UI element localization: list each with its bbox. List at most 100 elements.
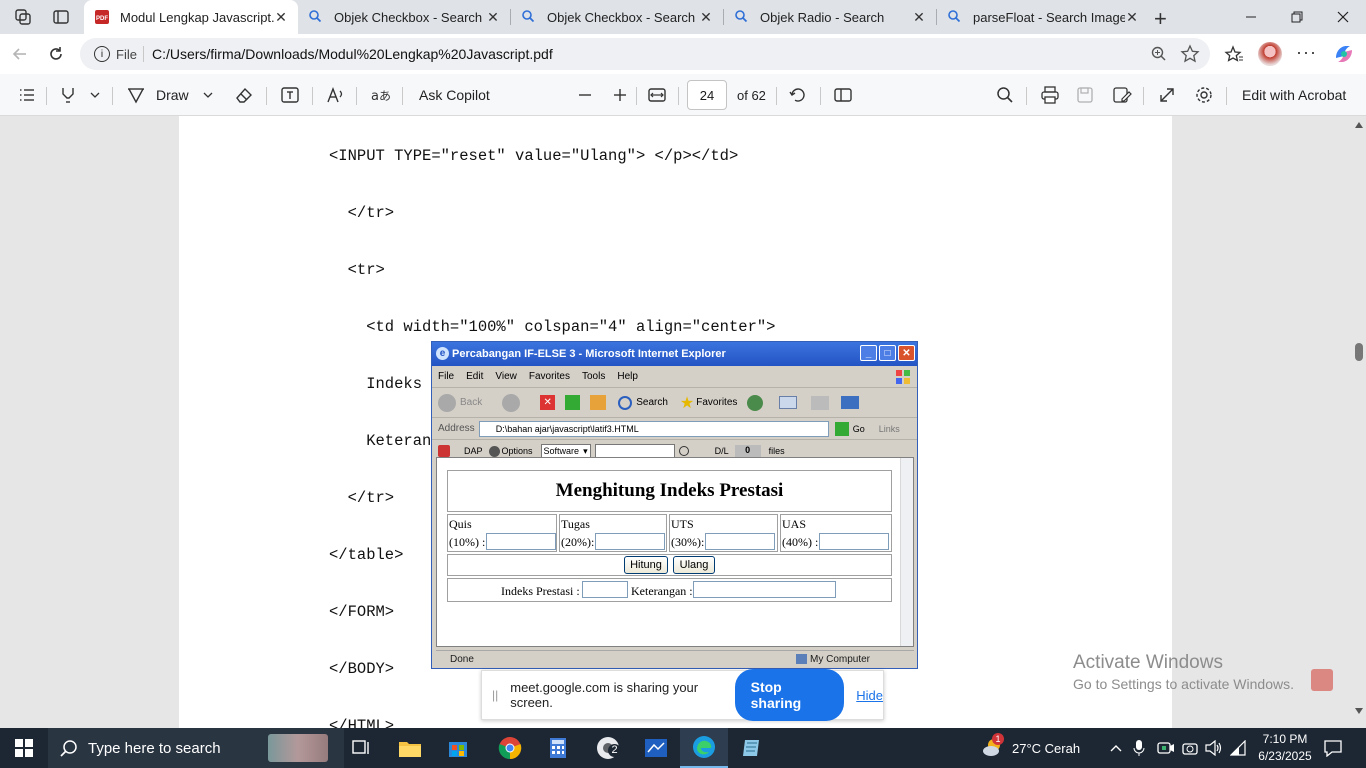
ie-address-label: Address (438, 423, 475, 434)
page-total: of 62 (737, 87, 766, 103)
whiteboard-icon[interactable] (632, 728, 680, 768)
acrobat-badge-icon[interactable] (1311, 669, 1333, 691)
chrome-icon[interactable] (486, 728, 534, 768)
edit-icon (841, 396, 860, 409)
more-options-icon[interactable]: ··· (1296, 42, 1317, 63)
chrome-profile-icon[interactable]: 2 (584, 728, 632, 768)
print-icon[interactable] (1040, 74, 1060, 116)
text-box-icon[interactable] (280, 74, 300, 116)
notification-icon[interactable] (1324, 728, 1342, 768)
page-number-input[interactable]: 24 (687, 80, 727, 110)
copilot-icon[interactable] (1332, 42, 1356, 66)
camera-icon[interactable] (1182, 728, 1198, 768)
close-icon[interactable]: ✕ (486, 9, 500, 26)
zoom-out-icon[interactable] (578, 74, 592, 116)
pdf-scrollbar[interactable] (1352, 116, 1366, 728)
task-view-icon[interactable] (337, 728, 385, 768)
workspaces-icon[interactable] (14, 8, 32, 26)
activate-windows-watermark: Activate Windows Go to Settings to activ… (1073, 652, 1294, 692)
clock-date: 6/23/2025 (1258, 749, 1312, 763)
highlight-icon[interactable] (58, 74, 78, 116)
contents-list-icon[interactable] (18, 74, 36, 116)
camera-share-icon[interactable] (1157, 728, 1175, 768)
pdf-toolbar: Draw aあ Ask Copilot 24 of 62 Edit with A… (0, 74, 1366, 116)
scroll-down-icon[interactable] (1355, 708, 1363, 714)
edit-with-acrobat-button[interactable]: Edit with Acrobat (1242, 74, 1346, 116)
close-icon[interactable]: ✕ (912, 9, 926, 26)
hitung-button: Hitung (624, 556, 668, 574)
close-icon[interactable]: ✕ (1125, 9, 1139, 26)
ie-status-done: Done (450, 653, 474, 665)
scroll-up-icon[interactable] (1355, 122, 1363, 128)
ie-menu-item: View (495, 371, 517, 382)
store-icon[interactable] (434, 728, 482, 768)
weather-text[interactable]: 27°C Cerah (1012, 728, 1080, 768)
toolbar-divider (776, 87, 777, 105)
stop-sharing-button[interactable]: Stop sharing (734, 669, 845, 721)
notepad-icon[interactable] (728, 728, 776, 768)
weather-icon[interactable]: 1 (982, 733, 1004, 757)
page-view-icon[interactable] (834, 74, 852, 116)
draw-button[interactable]: Draw (126, 74, 189, 116)
expand-icon[interactable] (1158, 74, 1176, 116)
start-windows-icon[interactable] (0, 728, 48, 768)
read-aloud-icon[interactable] (326, 74, 346, 116)
calculator-icon[interactable] (534, 728, 582, 768)
volume-icon[interactable] (1205, 728, 1223, 768)
ie-menu-item: Help (617, 371, 638, 382)
quis-cell: Quis (10%) : (447, 514, 557, 552)
file-explorer-icon[interactable] (386, 728, 434, 768)
chevron-down-icon[interactable] (90, 74, 100, 116)
file-info-chip[interactable]: i File (88, 46, 144, 62)
edge-icon[interactable] (680, 728, 728, 768)
drag-handle-icon[interactable]: || (492, 688, 498, 702)
hide-link[interactable]: Hide (856, 688, 883, 703)
find-icon[interactable] (996, 74, 1014, 116)
toolbar-divider (820, 87, 821, 105)
zoom-icon[interactable] (1150, 45, 1168, 63)
omnibox[interactable]: i File C:/Users/firma/Downloads/Modul%20… (80, 38, 1210, 70)
dap-icon (438, 445, 450, 457)
microphone-icon[interactable] (1133, 728, 1145, 768)
zoom-in-icon[interactable] (613, 74, 627, 116)
ie-software-label: Software (543, 446, 580, 456)
new-tab-plus-icon[interactable]: + (1154, 6, 1167, 32)
close-window-icon[interactable] (1320, 0, 1366, 34)
back-arrow-icon[interactable] (10, 44, 30, 64)
eraser-icon[interactable] (234, 74, 254, 116)
rotate-icon[interactable] (788, 74, 808, 116)
restore-icon[interactable] (1274, 0, 1320, 34)
fit-page-icon[interactable] (648, 74, 666, 116)
mail-icon (779, 396, 798, 409)
tab-actions-icon[interactable] (52, 8, 70, 26)
tab-modul-pdf[interactable]: PDF Modul Lengkap Javascript.pdf ✕ (84, 0, 298, 34)
favorites-icon[interactable] (1224, 44, 1244, 64)
ask-copilot-button[interactable]: Ask Copilot (419, 74, 490, 116)
close-icon[interactable]: ✕ (274, 9, 288, 26)
url-text[interactable]: C:/Users/firma/Downloads/Modul%20Lengkap… (152, 46, 553, 62)
toolbar-divider (1026, 87, 1027, 105)
taskbar-search-box[interactable]: Type here to search (48, 728, 344, 768)
network-icon[interactable] (1230, 728, 1246, 768)
tab-checkbox-images[interactable]: Objek Checkbox - Search Images ✕ (511, 0, 723, 34)
close-icon[interactable]: ✕ (699, 9, 713, 26)
tab-radio-search[interactable]: Objek Radio - Search ✕ (724, 0, 936, 34)
translate-icon[interactable]: aあ (370, 74, 390, 116)
minimize-icon[interactable] (1228, 0, 1274, 34)
code-line: <td width="100%" colspan="4" align="cent… (329, 318, 776, 336)
refresh-icon[interactable] (46, 44, 66, 64)
gear-icon[interactable] (1194, 74, 1214, 116)
stop-icon: ✕ (540, 395, 556, 410)
forward-arrow-icon (502, 393, 521, 412)
tab-parsefloat-images[interactable]: parseFloat - Search Images ✕ (937, 0, 1149, 34)
chevron-up-icon[interactable] (1110, 728, 1122, 768)
avatar[interactable] (1258, 42, 1282, 66)
tab-checkbox-search[interactable]: Objek Checkbox - Search ✕ (298, 0, 510, 34)
chevron-down-icon[interactable] (203, 74, 213, 116)
favorite-star-icon[interactable] (1180, 44, 1200, 64)
scroll-thumb[interactable] (1355, 343, 1363, 361)
save-as-icon[interactable] (1112, 74, 1132, 116)
minimize-icon: _ (860, 345, 877, 361)
save-disk-icon[interactable] (1076, 74, 1094, 116)
clock[interactable]: 7:10 PM 6/23/2025 (1252, 731, 1318, 765)
